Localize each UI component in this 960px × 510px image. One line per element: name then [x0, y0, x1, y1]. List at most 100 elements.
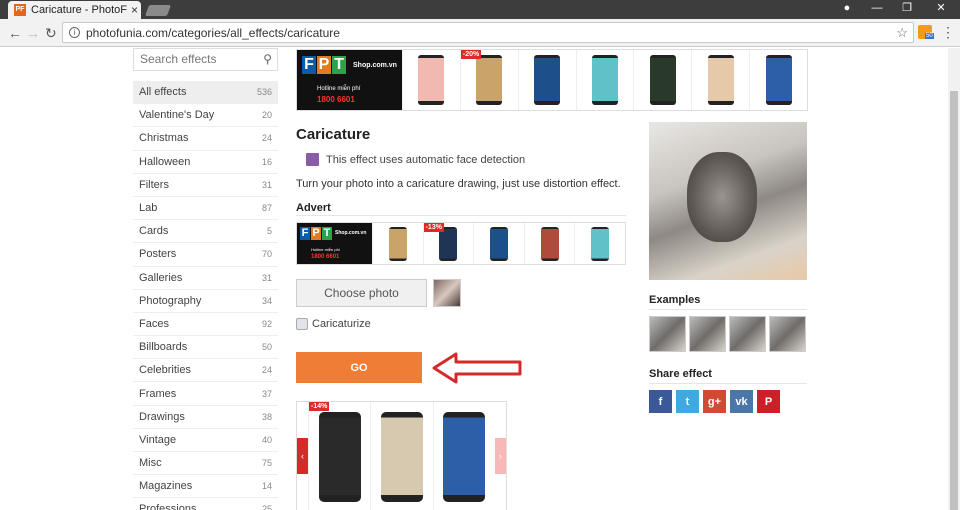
sidebar-item-label: All effects: [139, 86, 187, 99]
caricaturize-checkbox[interactable]: [296, 318, 308, 330]
advert-banner-bottom[interactable]: ‹ -14% ›: [296, 401, 507, 510]
caricaturize-option[interactable]: Caricaturize: [296, 318, 371, 330]
info-icon[interactable]: i: [69, 27, 80, 38]
go-button[interactable]: GO: [296, 352, 422, 383]
ad-phone-cell[interactable]: [370, 402, 432, 510]
share-buttons: f t g+ vk P: [649, 390, 780, 413]
ad-phone-cell[interactable]: -14%: [308, 402, 370, 510]
example-thumbnail[interactable]: [649, 316, 686, 352]
sidebar-item[interactable]: Christmas 24: [133, 127, 278, 151]
new-tab-button[interactable]: [144, 5, 172, 16]
profile-icon[interactable]: ●: [832, 0, 862, 19]
effect-preview-image: [649, 122, 807, 280]
ad-phone-cell[interactable]: [691, 50, 749, 110]
scrollbar-thumb[interactable]: [950, 91, 958, 510]
sidebar-item-label: Drawings: [139, 410, 185, 423]
share-heading: Share effect: [649, 368, 712, 380]
sidebar-item[interactable]: Lab 87: [133, 197, 278, 221]
ad-phone-cell[interactable]: [575, 50, 634, 110]
ad-phone-cell[interactable]: [517, 50, 576, 110]
ad-phone-cell[interactable]: [402, 50, 460, 110]
sidebar-item[interactable]: Drawings 38: [133, 406, 278, 429]
share-button[interactable]: g+: [703, 390, 726, 413]
sidebar-item[interactable]: Valentine's Day 20: [133, 104, 278, 128]
restore-icon[interactable]: ❐: [892, 0, 922, 19]
effect-description: Turn your photo into a caricature drawin…: [296, 178, 621, 190]
sidebar-item[interactable]: Professions 25: [133, 498, 278, 510]
carousel-next-icon[interactable]: ›: [494, 438, 506, 474]
sidebar-item[interactable]: Frames 37: [133, 382, 278, 406]
share-divider: [649, 383, 807, 384]
sidebar-item[interactable]: Magazines 14: [133, 475, 278, 499]
sidebar-item[interactable]: Posters 70: [133, 243, 278, 267]
reload-icon[interactable]: ↻: [45, 25, 57, 42]
browser-toolbar: ← → ↻ i photofunia.com/categories/all_ef…: [0, 19, 960, 47]
sidebar-item[interactable]: Celebrities 24: [133, 359, 278, 383]
ad-phone-cell[interactable]: [749, 50, 807, 110]
tab-caricature[interactable]: PF Caricature - PhotoFunia ×: [8, 1, 141, 19]
share-button[interactable]: P: [757, 390, 780, 413]
page-scrollbar[interactable]: [948, 48, 960, 510]
fpt-shop-domain: Shop.com.vn: [335, 230, 367, 236]
sidebar-item-count: 70: [261, 249, 272, 260]
face-detection-icon: [306, 153, 319, 166]
sidebar-item-label: Galleries: [139, 271, 183, 284]
share-button[interactable]: vk: [730, 390, 753, 413]
ad-phone-cell[interactable]: [574, 223, 625, 264]
page-title: Caricature: [296, 126, 371, 143]
sidebar-item-label: Billboards: [139, 341, 188, 354]
sidebar-item[interactable]: All effects 536: [133, 81, 278, 105]
back-icon[interactable]: ←: [8, 25, 22, 41]
red-arrow-annotation-icon: [432, 352, 522, 384]
sidebar-item[interactable]: Cards 5: [133, 220, 278, 244]
carousel-prev-icon[interactable]: ‹: [297, 438, 308, 474]
share-button[interactable]: f: [649, 390, 672, 413]
advert-banner-top[interactable]: FPT Shop.com.vn Hotline miễn phí 1800 66…: [296, 49, 808, 111]
sidebar-item[interactable]: Halloween 16: [133, 151, 278, 174]
ad-phone-cell[interactable]: -20%: [459, 50, 518, 110]
sidebar-item[interactable]: Filters 31: [133, 174, 278, 197]
selected-photo-thumbnail[interactable]: [433, 279, 461, 307]
sidebar-item[interactable]: Faces 92: [133, 313, 278, 337]
sidebar-item-label: Misc: [139, 457, 162, 470]
examples-heading: Examples: [649, 294, 701, 306]
example-thumbnail[interactable]: [689, 316, 726, 352]
sidebar-item[interactable]: Billboards 50: [133, 336, 278, 360]
sidebar-item[interactable]: Misc 75: [133, 452, 278, 476]
ad-phone-cell[interactable]: [372, 223, 423, 264]
example-thumbnail[interactable]: [729, 316, 766, 352]
examples-divider: [649, 309, 807, 310]
forward-icon[interactable]: →: [26, 25, 40, 41]
sidebar-item-label: Filters: [139, 178, 169, 191]
category-sidebar: All effects 536 Valentine's Day 20 Christmas…: [133, 81, 278, 510]
smartphone-image: [707, 55, 734, 105]
advert-banner-middle[interactable]: FPT Shop.com.vn Hotline miễn phí 1800 66…: [296, 222, 626, 265]
fpt-hotline-label: Hotline miễn phí: [311, 247, 340, 252]
search-icon[interactable]: ⚲: [263, 49, 272, 70]
bookmark-star-icon[interactable]: ☆: [896, 25, 908, 41]
example-thumbnail[interactable]: [769, 316, 806, 352]
tab-close-icon[interactable]: ×: [131, 3, 138, 17]
smartphone-image: [380, 412, 423, 502]
sidebar-item[interactable]: Photography 34: [133, 290, 278, 313]
ad-phone-cell[interactable]: -13%: [422, 223, 474, 264]
sidebar-item[interactable]: Galleries 31: [133, 267, 278, 290]
sidebar-item-count: 75: [261, 458, 272, 469]
address-bar[interactable]: i photofunia.com/categories/all_effects/…: [62, 22, 914, 43]
minimize-icon[interactable]: —: [862, 0, 892, 19]
search-input[interactable]: Search effects ⚲: [133, 48, 278, 71]
ad-phone-cell[interactable]: [523, 223, 575, 264]
face-detection-note: This effect uses automatic face detectio…: [306, 153, 525, 166]
ad-phone-cell[interactable]: [432, 402, 495, 510]
menu-icon[interactable]: ⋮: [941, 24, 955, 41]
share-button[interactable]: t: [676, 390, 699, 413]
sidebar-item-count: 24: [261, 365, 272, 376]
window-close-icon[interactable]: ✕: [926, 0, 956, 19]
choose-photo-button[interactable]: Choose photo: [296, 279, 427, 307]
fpt-shop-logo: FPT Shop.com.vn Hotline miễn phí 1800 66…: [297, 223, 372, 264]
sidebar-item[interactable]: Vintage 40: [133, 429, 278, 452]
ad-phone-cell[interactable]: [473, 223, 524, 264]
fpt-logo-text: FPT: [302, 56, 347, 74]
ad-phone-cell[interactable]: [633, 50, 691, 110]
search-placeholder: Search effects: [140, 52, 217, 66]
